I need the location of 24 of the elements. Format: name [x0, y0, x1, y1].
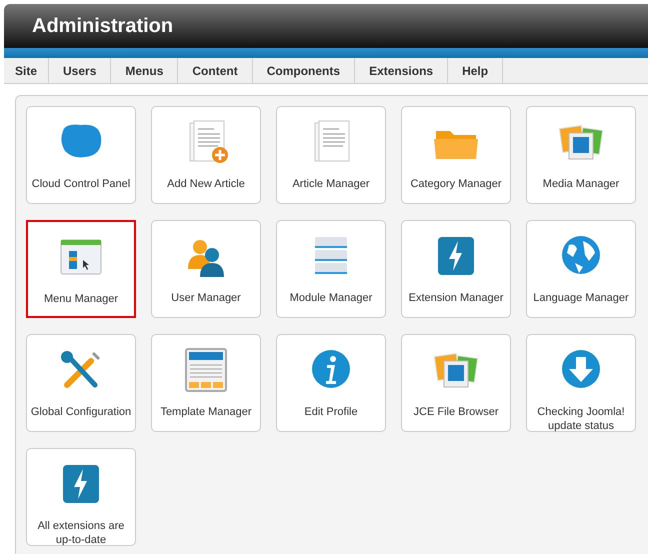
menu-item[interactable]: Help	[448, 58, 504, 83]
menu-item[interactable]: Site	[4, 58, 50, 83]
dashboard-tile[interactable]: Module Manager	[276, 220, 386, 318]
dashboard-tile[interactable]: JCE File Browser	[401, 334, 511, 432]
dashboard-tile[interactable]: Extension Manager	[401, 220, 511, 318]
dashboard-tile[interactable]: Menu Manager	[26, 220, 136, 318]
dashboard-tile[interactable]: Edit Profile	[276, 334, 386, 432]
dashboard-tile[interactable]: Checking Joomla! update status	[526, 334, 636, 432]
dashboard-tile[interactable]: Article Manager	[276, 106, 386, 204]
menu-item[interactable]: Components	[252, 58, 356, 83]
menu-item[interactable]: Content	[178, 58, 253, 83]
dashboard-tile[interactable]: Cloud Control Panel	[26, 106, 136, 204]
dashboard-tile[interactable]: User Manager	[151, 220, 261, 318]
dashboard-tile[interactable]: Template Manager	[151, 334, 261, 432]
dashboard-tile[interactable]: Global Configuration	[26, 334, 136, 432]
menu-item[interactable]: Menus	[111, 58, 178, 83]
dashboard-tile[interactable]: Category Manager	[401, 106, 511, 204]
dashboard-tile[interactable]: Media Manager	[526, 106, 636, 204]
dashboard-tile[interactable]: All extensions are up-to-date	[26, 448, 136, 546]
page-title: Administration	[32, 14, 174, 38]
dashboard-tile[interactable]: Language Manager	[526, 220, 636, 318]
menu-item[interactable]: Users	[49, 58, 112, 83]
menu-item[interactable]: Extensions	[355, 58, 448, 83]
dashboard-tile[interactable]: Add New Article	[151, 106, 261, 204]
